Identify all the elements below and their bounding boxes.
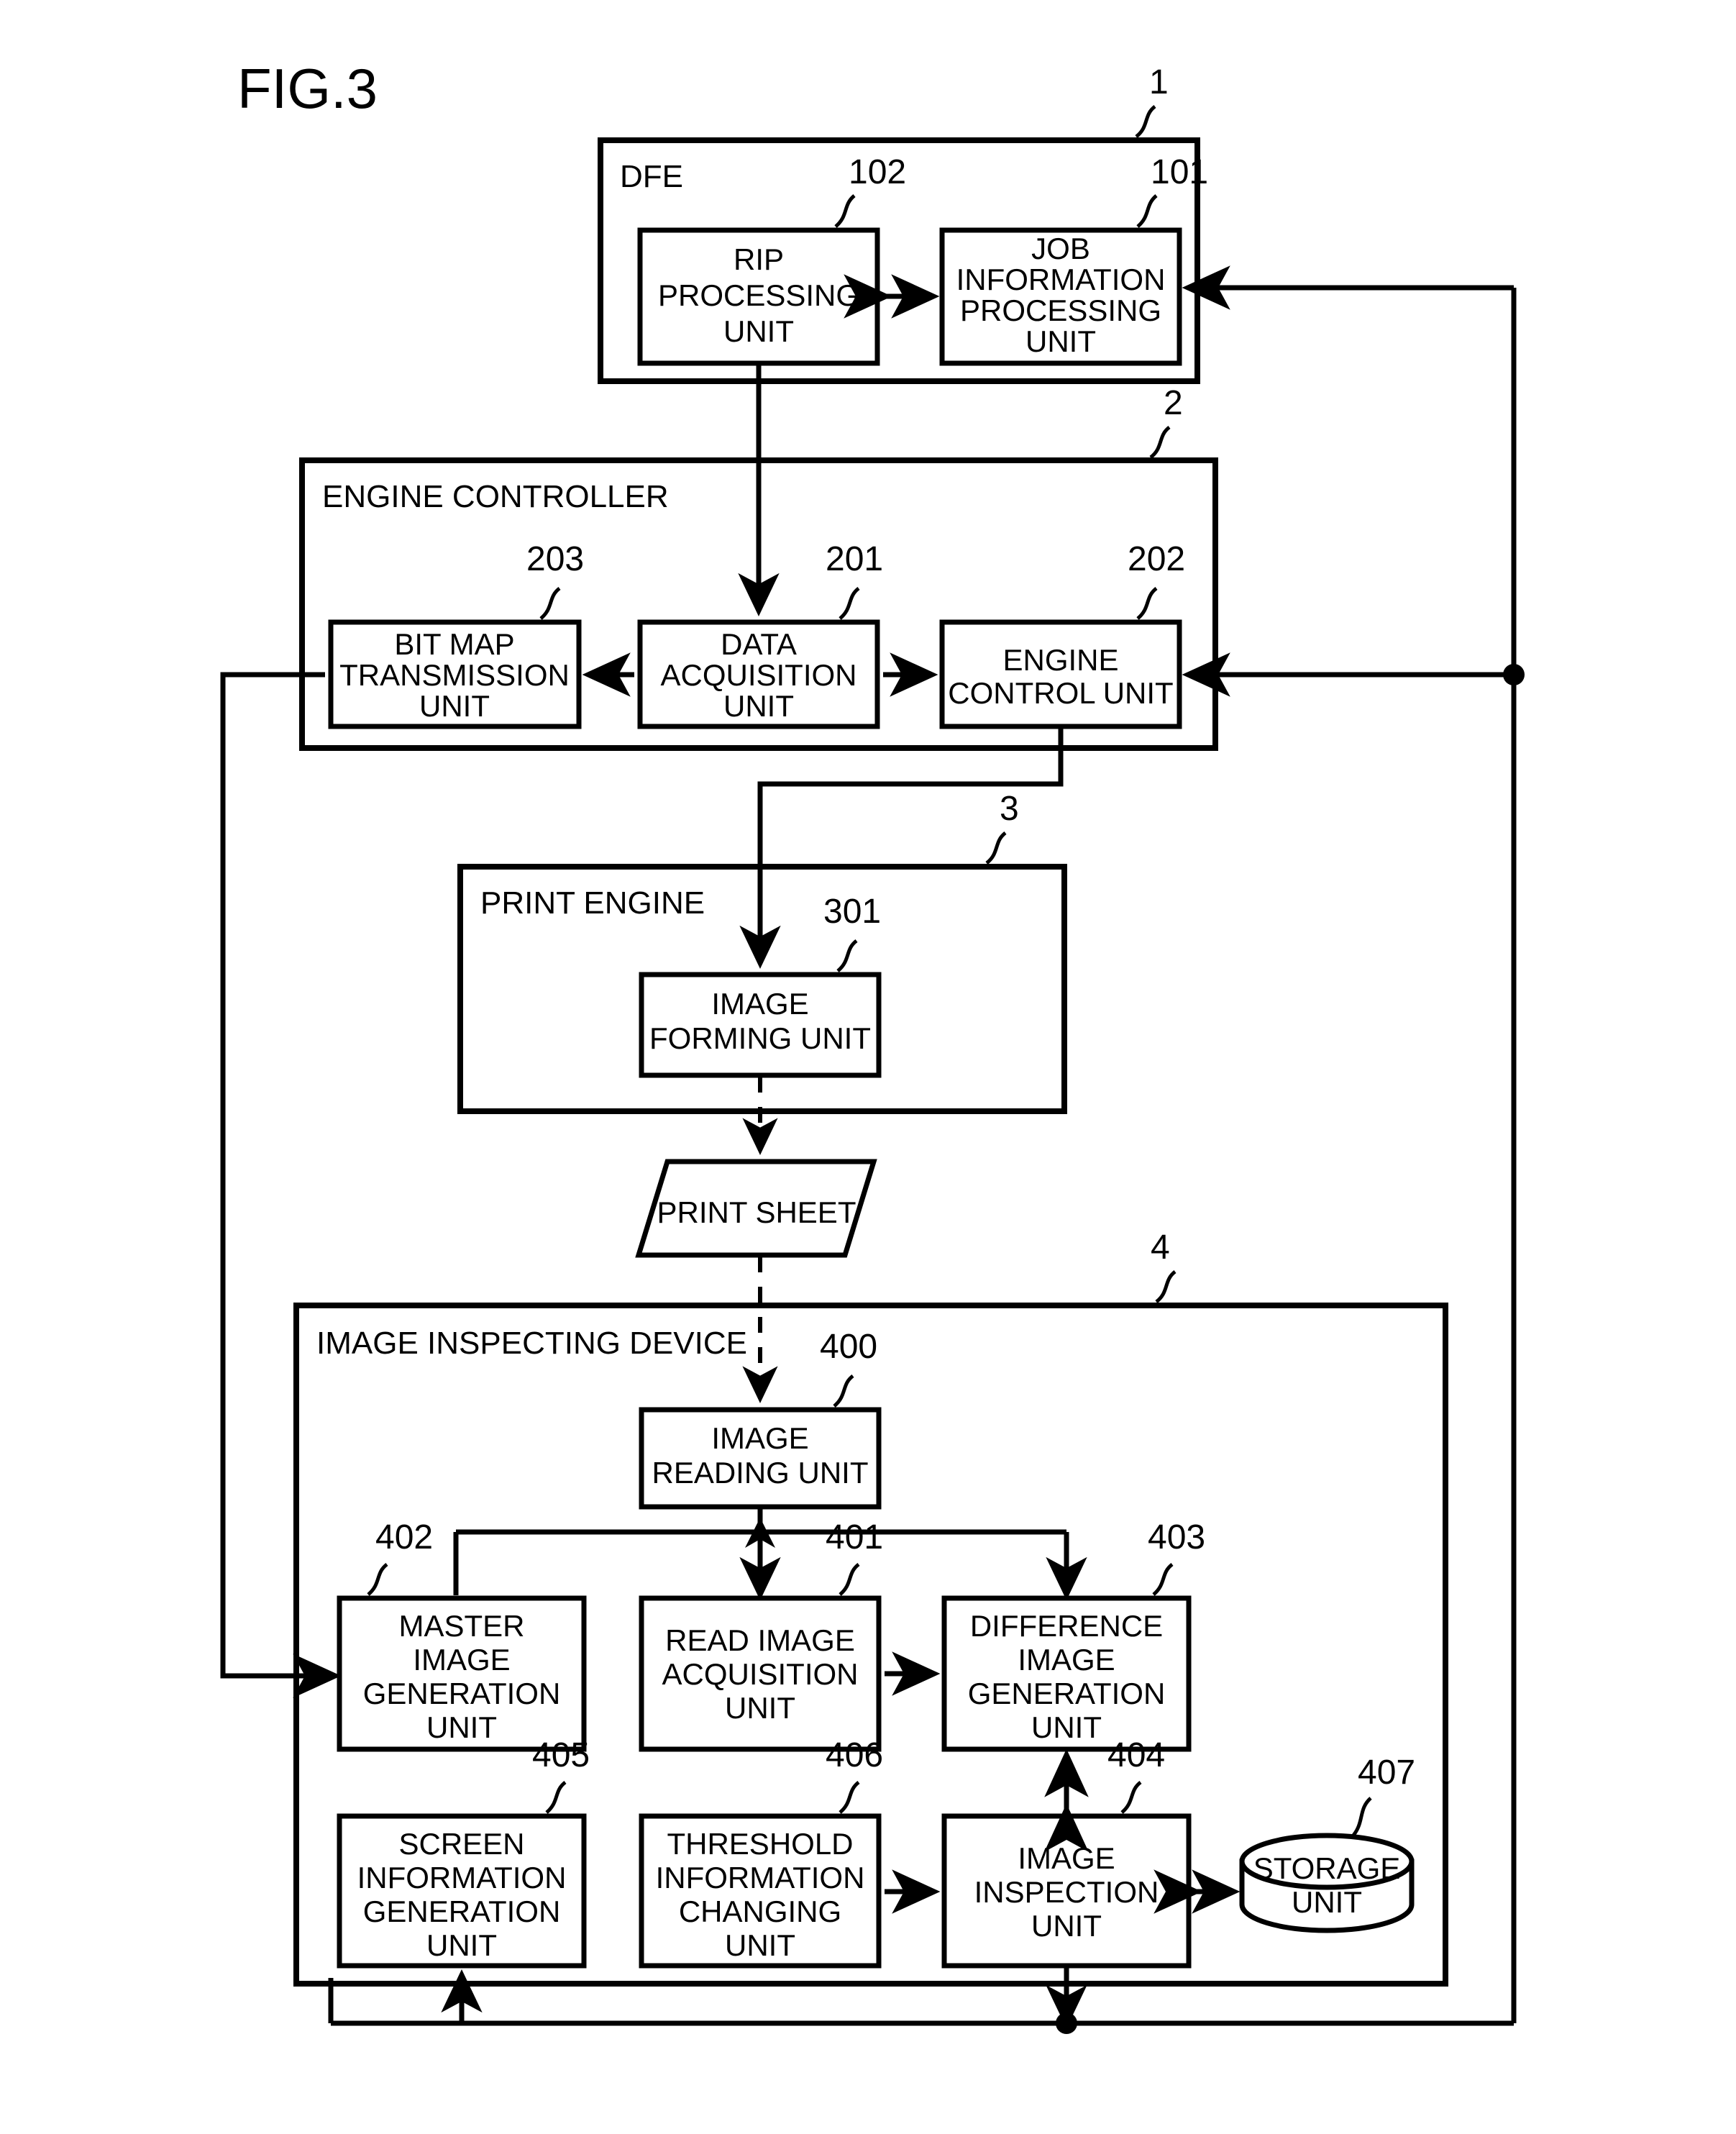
figure-canvas: FIG.3 DFE 1 RIP PROCESSING UNIT 102 JOB …: [0, 0, 1736, 2134]
threshold-line3: CHANGING: [679, 1894, 841, 1928]
bitmap-line2: TRANSMISSION: [339, 658, 570, 692]
dataacq-line1: DATA: [721, 627, 797, 661]
junction-dot-bottom-bus: [1056, 2012, 1077, 2034]
job-info-line1: JOB: [1031, 232, 1090, 265]
page-title: FIG.3: [237, 57, 378, 120]
ref-engine-controller: 2: [1164, 384, 1183, 422]
diff-line2: IMAGE: [1018, 1643, 1115, 1677]
ref-image-forming-unit: 301: [823, 893, 881, 931]
enginectl-line2: CONTROL UNIT: [948, 676, 1173, 710]
readimg-line1: READ IMAGE: [665, 1623, 855, 1657]
imageform-line2: FORMING UNIT: [649, 1021, 871, 1055]
storage-line2: UNIT: [1292, 1885, 1362, 1919]
junction-dot-right-bus: [1503, 664, 1525, 685]
container-print-engine-label: PRINT ENGINE: [480, 885, 705, 921]
imageread-line1: IMAGE: [711, 1421, 808, 1455]
job-info-line3: PROCESSING: [960, 293, 1161, 327]
container-image-inspecting-device-label: IMAGE INSPECTING DEVICE: [316, 1326, 747, 1361]
inspection-line3: UNIT: [1031, 1909, 1102, 1943]
bitmap-line1: BIT MAP: [394, 627, 514, 661]
ref-storage-unit: 407: [1358, 1754, 1415, 1792]
imageread-line2: READING UNIT: [652, 1456, 868, 1490]
diff-line3: GENERATION: [968, 1677, 1166, 1710]
rip-processing-unit-line1: RIP: [734, 242, 784, 276]
inspection-line1: IMAGE: [1018, 1841, 1115, 1875]
ref-job-information-processing-unit: 101: [1151, 153, 1208, 191]
ref-image-inspecting-device: 4: [1151, 1228, 1170, 1267]
ref-rip-processing-unit: 102: [849, 153, 906, 191]
master-line4: UNIT: [426, 1710, 497, 1744]
master-line1: MASTER: [398, 1609, 524, 1643]
ref-threshold-information-changing-unit: 406: [826, 1736, 883, 1774]
screen-line1: SCREEN: [398, 1827, 524, 1861]
ref-screen-information-generation-unit: 405: [532, 1736, 590, 1774]
readimg-line3: UNIT: [725, 1691, 795, 1725]
ref-image-inspection-unit: 404: [1107, 1736, 1165, 1774]
ref-difference-image-generation-unit: 403: [1148, 1518, 1205, 1556]
diff-line4: UNIT: [1031, 1710, 1102, 1744]
ref-dfe: 1: [1149, 63, 1169, 101]
dataacq-line3: UNIT: [723, 689, 794, 723]
enginectl-line1: ENGINE: [1002, 643, 1118, 677]
ref-image-reading-unit: 400: [820, 1328, 877, 1366]
job-info-line2: INFORMATION: [956, 263, 1166, 296]
imageform-line1: IMAGE: [711, 987, 808, 1021]
master-line2: IMAGE: [413, 1643, 510, 1677]
printsheet-label: PRINT SHEET: [657, 1195, 856, 1229]
job-info-line4: UNIT: [1025, 324, 1096, 358]
ref-data-acquisition-unit: 201: [826, 540, 883, 578]
dataacq-line2: ACQUISITION: [660, 658, 856, 692]
screen-line3: GENERATION: [363, 1894, 561, 1928]
ref-read-image-acquisition-unit: 401: [826, 1518, 883, 1556]
connector-enginectl-to-imageforming: [739, 726, 1064, 970]
master-line3: GENERATION: [363, 1677, 561, 1710]
diff-line1: DIFFERENCE: [970, 1609, 1163, 1643]
ref-engine-control-unit: 202: [1128, 540, 1185, 578]
bitmap-line3: UNIT: [419, 689, 490, 723]
ref-print-engine: 3: [1000, 790, 1019, 828]
threshold-line4: UNIT: [725, 1928, 795, 1962]
ref-bit-map-transmission-unit: 203: [526, 540, 584, 578]
inspection-line2: INSPECTION: [974, 1875, 1159, 1909]
connector-bitmap-to-masterimage: [220, 672, 331, 1679]
readimg-line2: ACQUISITION: [662, 1657, 858, 1691]
rip-processing-unit-line3: UNIT: [723, 314, 794, 348]
threshold-line2: INFORMATION: [656, 1861, 865, 1894]
container-dfe-label: DFE: [620, 159, 683, 194]
rip-processing-unit-line2: PROCESSING: [658, 278, 859, 312]
storage-line1: STORAGE: [1253, 1851, 1401, 1885]
ref-master-image-generation-unit: 402: [375, 1518, 433, 1556]
screen-line4: UNIT: [426, 1928, 497, 1962]
threshold-line1: THRESHOLD: [667, 1827, 853, 1861]
screen-line2: INFORMATION: [357, 1861, 567, 1894]
container-engine-controller-label: ENGINE CONTROLLER: [322, 479, 669, 514]
